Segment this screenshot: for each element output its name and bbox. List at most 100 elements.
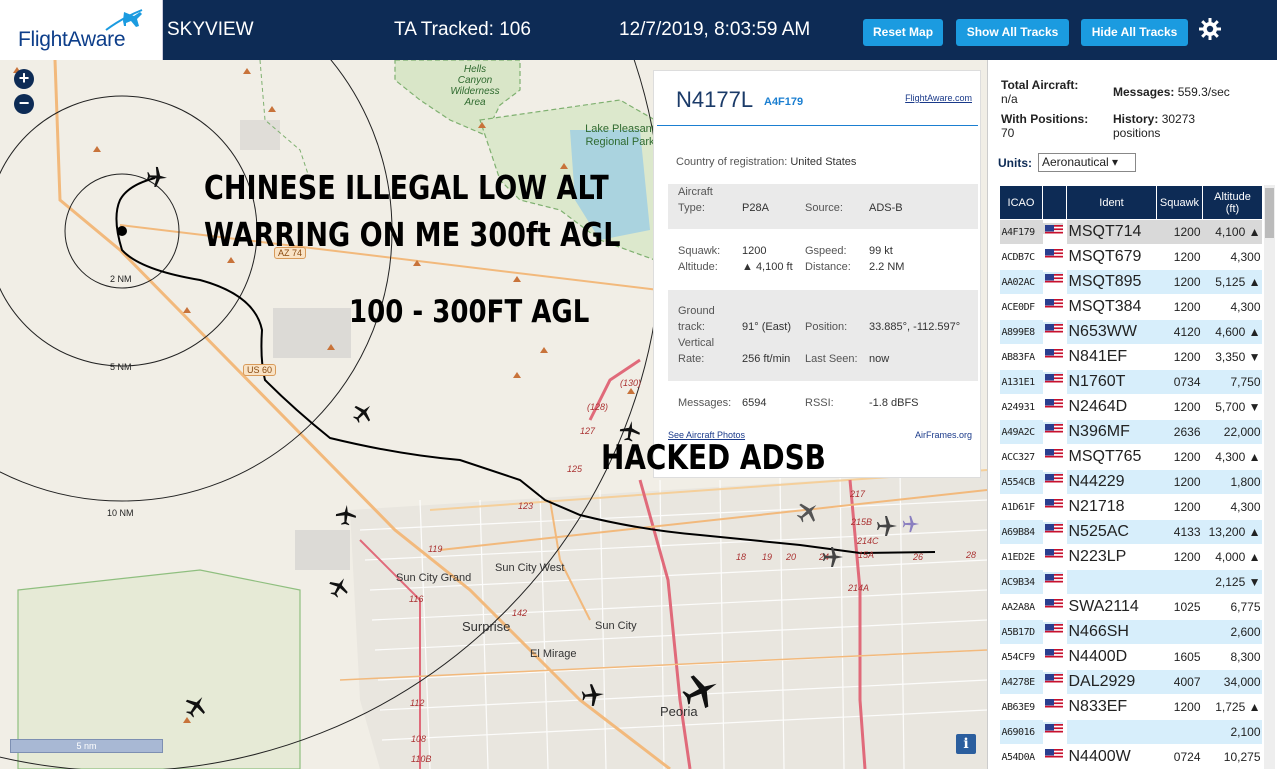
table-row[interactable]: ACE0DF MSQT384 1200 4,300	[999, 294, 1262, 320]
ident-cell	[1066, 569, 1157, 595]
flag-cell	[1042, 547, 1063, 560]
altitude-cell: 4,300	[1202, 294, 1262, 320]
table-row[interactable]: AA02AC MSQT895 1200 5,125 ▲	[999, 269, 1262, 295]
aircraft-position: 33.885°, -112.597°	[869, 321, 961, 333]
icao-cell: A4278E	[999, 669, 1043, 695]
icao-cell: ACC327	[999, 444, 1043, 470]
aircraft-ground-track: 91° (East)	[742, 321, 792, 333]
reset-map-button[interactable]: Reset Map	[863, 19, 943, 46]
road-label: 214A	[848, 583, 870, 593]
with-positions-stat: With Positions: 70	[1001, 112, 1089, 140]
table-row[interactable]: A131E1 N1760T 0734 7,750	[999, 369, 1262, 395]
us-flag-icon	[1044, 649, 1063, 659]
flightaware-logo[interactable]: FlightAware	[0, 0, 163, 60]
ident-cell: N44229	[1066, 469, 1157, 495]
road-label: 123	[518, 501, 534, 511]
icao-cell: A554CB	[999, 469, 1043, 495]
squawk-cell: 1200	[1156, 469, 1203, 495]
airport-icon	[902, 515, 920, 533]
us-flag-icon	[1044, 599, 1063, 609]
icao-cell: AA02AC	[999, 269, 1043, 295]
aircraft-icon[interactable]	[822, 546, 844, 568]
us-flag-icon	[1044, 524, 1063, 534]
altitude-cell: 5,700 ▼	[1202, 394, 1262, 420]
squawk-cell: 1200	[1156, 244, 1203, 270]
gear-icon[interactable]	[1198, 17, 1222, 41]
flag-cell	[1042, 347, 1063, 360]
table-row[interactable]: ACC327 MSQT765 1200 4,300 ▲	[999, 444, 1262, 470]
column-header-flag[interactable]	[1042, 185, 1067, 220]
overlay-annotation: WARRING ON ME 300ft AGL	[204, 215, 621, 254]
us-flag-icon	[1044, 699, 1063, 709]
flag-cell	[1042, 672, 1063, 685]
column-header-altitude[interactable]: Altitude (ft)	[1202, 185, 1262, 220]
table-row[interactable]: AA2A8A SWA2114 1025 6,775	[999, 594, 1262, 620]
place-label: Sun City	[595, 620, 637, 632]
table-row[interactable]: A54CF9 N4400D 1605 8,300	[999, 644, 1262, 670]
flag-cell	[1042, 272, 1063, 285]
aircraft-icon[interactable]	[876, 515, 898, 537]
scrollbar-thumb[interactable]	[1265, 188, 1274, 238]
aircraft-icon[interactable]	[146, 166, 168, 188]
flightaware-link[interactable]: FlightAware.com	[905, 93, 972, 103]
table-row[interactable]: A69B84 N525AC 4133 13,200 ▲	[999, 519, 1262, 545]
table-row[interactable]: A69016 2,100	[999, 719, 1262, 745]
us-flag-icon	[1044, 499, 1063, 509]
table-row[interactable]: A49A2C N396MF 2636 22,000	[999, 419, 1262, 445]
aircraft-icon[interactable]	[328, 576, 350, 598]
squawk-cell: 4120	[1156, 319, 1203, 345]
icao-cell: A54D0A	[999, 744, 1043, 769]
ident-cell: DAL2929	[1066, 669, 1157, 695]
column-header-squawk[interactable]: Squawk	[1156, 185, 1203, 220]
place-label: El Mirage	[530, 648, 577, 660]
aircraft-icon[interactable]	[352, 402, 374, 424]
road-label: 112	[410, 698, 425, 708]
table-row[interactable]: A24931 N2464D 1200 5,700 ▼	[999, 394, 1262, 420]
table-row[interactable]: A4278E DAL2929 4007 34,000	[999, 669, 1262, 695]
aircraft-icon[interactable]	[335, 504, 357, 526]
show-all-tracks-button[interactable]: Show All Tracks	[956, 19, 1069, 46]
table-row[interactable]: A5B17D N466SH 2,600	[999, 619, 1262, 645]
flag-cell	[1042, 397, 1063, 410]
altitude-cell: 2,100	[1202, 719, 1262, 745]
road-label: 214C	[857, 536, 879, 546]
table-row[interactable]: AB83FA N841EF 1200 3,350 ▼	[999, 344, 1262, 370]
table-row[interactable]: AC9B34 2,125 ▼	[999, 569, 1262, 595]
table-row[interactable]: ACDB7C MSQT679 1200 4,300	[999, 244, 1262, 270]
flag-cell	[1042, 422, 1063, 435]
info-button[interactable]: i	[956, 734, 976, 754]
airframes-link[interactable]: AirFrames.org	[915, 430, 972, 440]
column-header-ident[interactable]: Ident	[1066, 185, 1157, 220]
us-flag-icon	[1044, 299, 1063, 309]
zoom-in-button[interactable]: +	[14, 69, 34, 89]
icao-cell: A69016	[999, 719, 1043, 745]
table-row[interactable]: A1ED2E N223LP 1200 4,000 ▲	[999, 544, 1262, 570]
table-row[interactable]: A4F179 MSQT714 1200 4,100 ▲	[999, 219, 1262, 245]
column-header-icao[interactable]: ICAO	[999, 185, 1043, 220]
table-row[interactable]: A1D61F N21718 1200 4,300	[999, 494, 1262, 520]
place-label: Surprise	[462, 619, 511, 634]
aircraft-icon[interactable]	[581, 683, 605, 707]
range-ring-label: 5 NM	[110, 362, 132, 372]
aircraft-icon[interactable]	[682, 672, 720, 710]
altitude-cell: 4,300	[1202, 244, 1262, 270]
table-row[interactable]: A899E8 N653WW 4120 4,600 ▲	[999, 319, 1262, 345]
table-row[interactable]: AB63E9 N833EF 1200 1,725 ▲	[999, 694, 1262, 720]
us-flag-icon	[1044, 724, 1063, 734]
road-label: 18	[736, 552, 747, 562]
squawk-cell: 1200	[1156, 344, 1203, 370]
zoom-out-button[interactable]: −	[14, 94, 34, 114]
table-row[interactable]: A54D0A N4400W 0724 10,275	[999, 744, 1262, 769]
table-row[interactable]: A554CB N44229 1200 1,800	[999, 469, 1262, 495]
flag-cell	[1042, 247, 1063, 260]
ident-cell: N21718	[1066, 494, 1157, 520]
altitude-cell: 5,125 ▲	[1202, 269, 1262, 295]
hide-all-tracks-button[interactable]: Hide All Tracks	[1081, 19, 1188, 46]
table-scrollbar[interactable]	[1264, 185, 1275, 769]
aircraft-icon[interactable]	[184, 694, 208, 718]
ident-cell: N653WW	[1066, 319, 1157, 345]
road-shield: US 60	[243, 364, 277, 376]
aircraft-icon[interactable]	[796, 500, 820, 524]
units-select[interactable]: Aeronautical ▾	[1038, 153, 1136, 172]
aircraft-list-sidebar: Total Aircraft: n/a Messages: 559.3/sec …	[987, 60, 1277, 769]
